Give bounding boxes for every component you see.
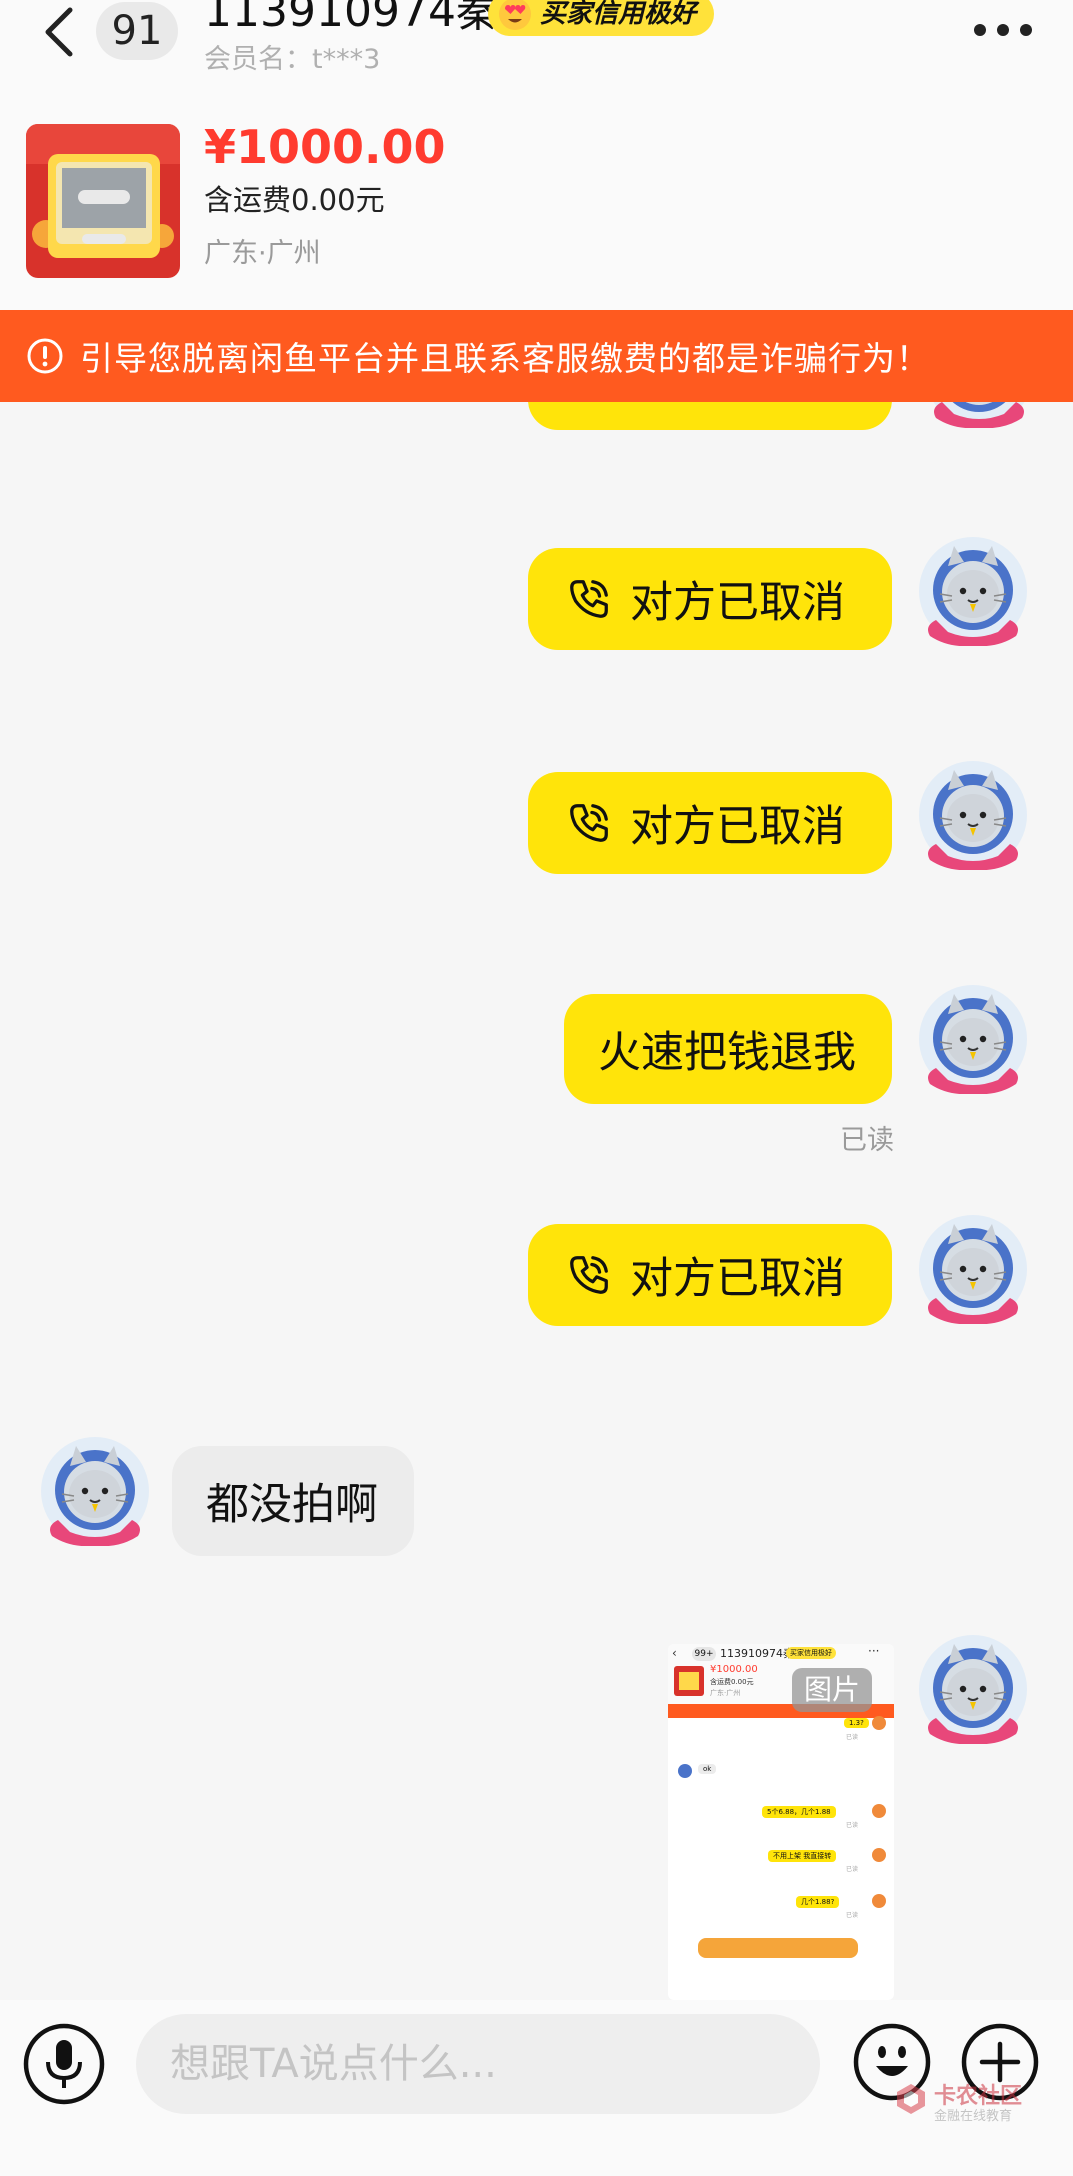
mini-bubble: 几个1.88?	[796, 1896, 840, 1908]
message-text: 火速把钱退我	[598, 1028, 856, 1078]
message-input[interactable]	[136, 2014, 820, 2114]
watermark: 卡农社区 金融在线教育	[894, 2078, 1064, 2124]
chevron-left-icon[interactable]	[40, 4, 80, 60]
contact-avatar[interactable]	[40, 1436, 150, 1546]
mini-read-status: 已读	[846, 1866, 859, 1873]
product-image	[26, 124, 180, 278]
image-type-label: 图片	[792, 1668, 872, 1712]
mini-avatar	[678, 1764, 692, 1778]
credit-badge-label: 买家信用极好	[540, 0, 697, 29]
mini-shipping: 含运费0.00元	[710, 1678, 754, 1686]
read-status: 已读	[840, 1125, 894, 1156]
mini-avatar	[872, 1716, 886, 1730]
input-bar: 卡农社区 金融在线教育	[0, 2000, 1073, 2176]
mini-read-status: 已读	[846, 1734, 859, 1741]
self-avatar[interactable]	[918, 1634, 1028, 1744]
product-price: ¥1000.00	[204, 120, 446, 174]
watermark-subtitle: 金融在线教育	[934, 2109, 1013, 2124]
message-text: 对方已取消	[630, 1254, 845, 1304]
warning-text: 引导您脱离闲鱼平台并且联系客服缴费的都是诈骗行为！	[80, 339, 930, 378]
message-list[interactable]: 对方已取消 对方已取消 火速把钱退我 已读 对方已取消 都没拍啊 ‹ 99+ 1…	[0, 402, 1073, 2000]
mini-read-status: 已读	[846, 1912, 859, 1919]
watermark-logo-icon	[897, 2084, 925, 2114]
mini-more-icon: ···	[868, 1644, 880, 1658]
more-dots-icon[interactable]	[972, 22, 1034, 38]
product-thumbnail[interactable]	[26, 124, 180, 278]
self-avatar[interactable]	[918, 536, 1028, 646]
mini-bubble: 5个6.88，几个1.88	[762, 1806, 836, 1818]
message-text: 都没拍啊	[206, 1480, 378, 1530]
mini-product-thumb	[674, 1666, 704, 1696]
self-avatar[interactable]	[918, 984, 1028, 1094]
mini-avatar	[872, 1848, 886, 1862]
alert-circle-icon	[27, 338, 63, 374]
mini-location: 广东·广州	[710, 1689, 741, 1697]
self-avatar[interactable]	[918, 760, 1028, 870]
microphone-icon[interactable]	[22, 2022, 106, 2106]
heart-eyes-icon	[499, 0, 531, 30]
self-avatar[interactable]	[924, 402, 1034, 428]
mini-avatar	[872, 1894, 886, 1908]
mini-avatar	[872, 1804, 886, 1818]
mini-read-status: 已读	[846, 1822, 859, 1829]
mini-bubble: ok	[698, 1764, 717, 1774]
mini-price: ¥1000.00	[710, 1664, 758, 1675]
phone-call-icon	[566, 800, 612, 846]
chat-header: 91 113910974秦 买家信用极好 会员名：t***3 ¥1000.00 …	[0, 0, 1073, 310]
mini-bubble: 1.3?	[844, 1718, 869, 1728]
call-message-bubble[interactable]: 对方已取消	[528, 1224, 892, 1326]
unread-count-badge[interactable]: 91	[96, 2, 178, 60]
shipping-fee: 含运费0.00元	[204, 183, 385, 217]
text-message-bubble[interactable]: 都没拍啊	[172, 1446, 414, 1556]
call-message-bubble[interactable]: 对方已取消	[528, 548, 892, 650]
mini-bubble: 不用上架 我直接转	[768, 1850, 837, 1862]
self-avatar[interactable]	[918, 1214, 1028, 1324]
call-message-bubble[interactable]: 对方已取消	[528, 772, 892, 874]
phone-call-icon	[566, 576, 612, 622]
mini-unread-badge: 99+	[692, 1647, 716, 1661]
text-message-bubble[interactable]: 火速把钱退我	[564, 994, 892, 1104]
mini-credit-badge: 买家信用极好	[786, 1647, 836, 1659]
fraud-warning-banner: 引导您脱离闲鱼平台并且联系客服缴费的都是诈骗行为！	[0, 310, 1073, 402]
message-text: 对方已取消	[630, 578, 845, 628]
credit-badge[interactable]: 买家信用极好	[488, 0, 715, 36]
mini-contact-name: 113910974秦	[720, 1647, 794, 1660]
phone-call-icon	[566, 1252, 612, 1298]
member-name: 会员名：t***3	[204, 44, 381, 75]
mini-back-icon: ‹	[672, 1646, 677, 1660]
contact-name[interactable]: 113910974秦	[204, 0, 500, 38]
product-location: 广东·广州	[204, 238, 321, 269]
mini-partial-bubble	[698, 1938, 858, 1958]
partial-message-bubble[interactable]	[528, 402, 892, 430]
message-text: 对方已取消	[630, 802, 845, 852]
